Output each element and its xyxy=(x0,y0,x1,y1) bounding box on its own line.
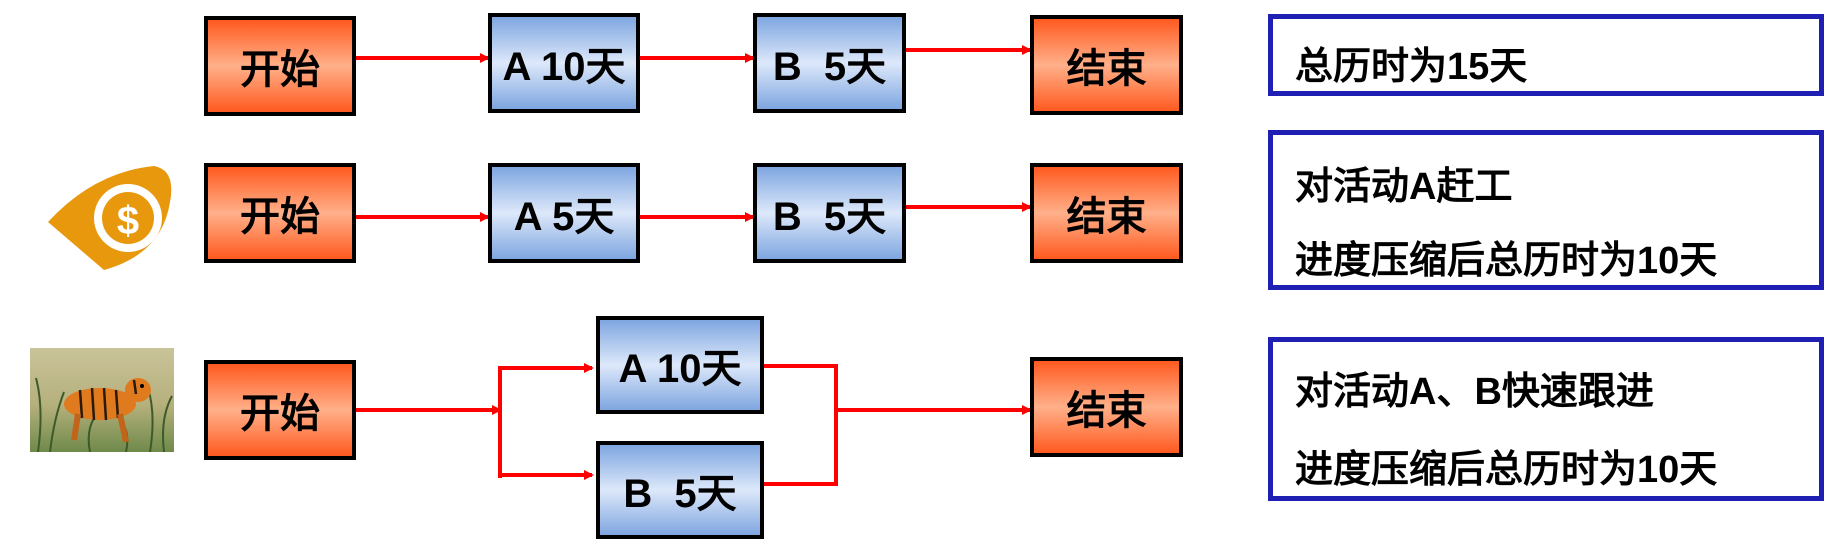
merge-from-a-row3 xyxy=(764,364,838,486)
note-box-row1: 总历时为15天 xyxy=(1268,14,1824,96)
branch-to-b-row3 xyxy=(498,410,594,480)
note-line: 总历时为15天 xyxy=(1295,46,1528,88)
end-node-row2: 结束 xyxy=(1030,163,1183,263)
activity-b-node-row1: B 5天 xyxy=(753,13,906,113)
activity-a-node-row1: A 10天 xyxy=(488,13,640,113)
activity-b-node-row3: B 5天 xyxy=(596,441,764,539)
tiger-image xyxy=(30,348,174,452)
activity-a-node-row3: A 10天 xyxy=(596,316,764,414)
money-eye-icon: $ xyxy=(44,162,174,274)
branch-to-a-row3 xyxy=(498,363,594,478)
note-line: 进度压缩后总历时为10天 xyxy=(1295,449,1718,491)
start-node-row1: 开始 xyxy=(204,16,356,116)
note-line: 对活动A、B快速跟进 xyxy=(1295,371,1654,413)
end-node-row1: 结束 xyxy=(1030,15,1183,115)
start-node-row2: 开始 xyxy=(204,163,356,263)
start-node-row3: 开始 xyxy=(204,360,356,460)
note-box-row3: 对活动A、B快速跟进 进度压缩后总历时为10天 xyxy=(1268,337,1824,501)
note-line: 进度压缩后总历时为10天 xyxy=(1295,240,1718,282)
end-node-row3: 结束 xyxy=(1030,357,1183,457)
activity-b-node-row2: B 5天 xyxy=(753,163,906,263)
note-box-row2: 对活动A赶工 进度压缩后总历时为10天 xyxy=(1268,130,1824,290)
activity-a-node-row2: A 5天 xyxy=(488,163,640,263)
svg-text:$: $ xyxy=(117,199,139,243)
note-line: 对活动A赶工 xyxy=(1295,166,1513,208)
